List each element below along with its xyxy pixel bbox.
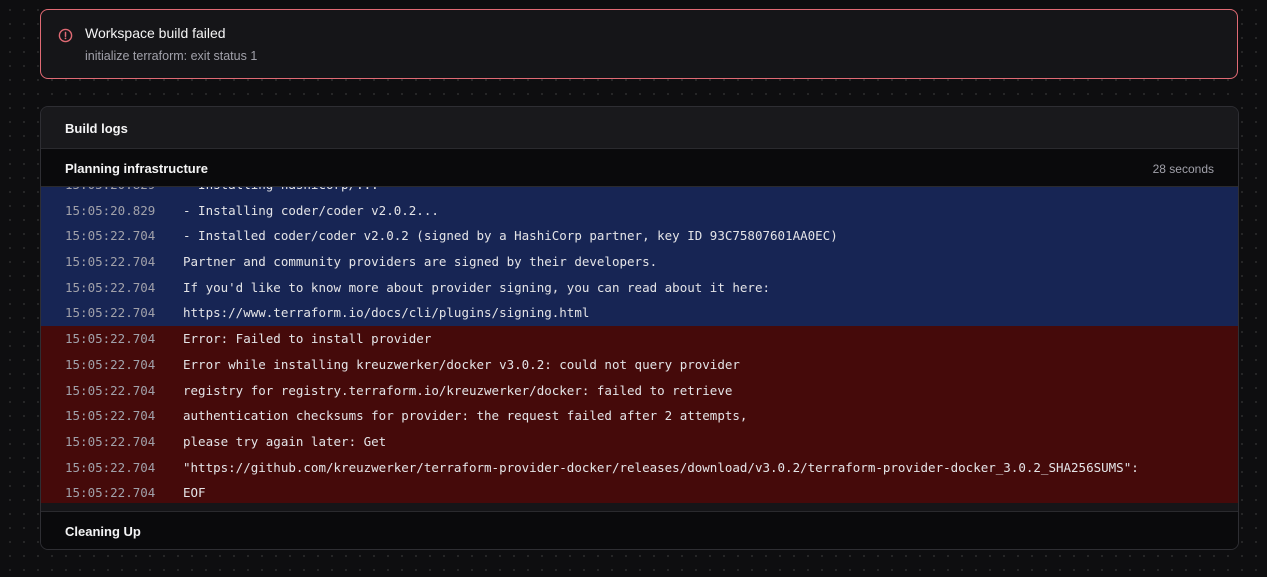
log-timestamp: 15:05:22.704 — [65, 228, 156, 244]
log-message: EOF — [183, 485, 206, 501]
log-message: please try again later: Get — [183, 433, 387, 449]
log-line: 15:05:22.704 https://www.terraform.io/doc… — [41, 300, 1238, 327]
log-message: If you'd like to know more about provide… — [183, 279, 770, 295]
log-viewport[interactable]: 15:05:20.829- Installing hashicorp/...15… — [41, 187, 1238, 503]
log-timestamp: 15:05:20.829 — [65, 187, 155, 198]
log-timestamp: 15:05:22.704 — [65, 433, 156, 449]
stage-duration: 28 seconds — [1152, 162, 1214, 176]
log-message: - Installing hashicorp/... — [183, 187, 379, 198]
log-message: Error while installing kreuzwerker/docke… — [183, 356, 740, 372]
log-timestamp: 15:05:22.704 — [65, 382, 156, 398]
log-message: registry for registry.terraform.io/kreuz… — [183, 382, 733, 398]
log-timestamp: 15:05:22.704 — [65, 408, 156, 424]
log-message: "https://github.com/kreuzwerker/terrafor… — [183, 459, 1139, 475]
stage-planning-infrastructure[interactable]: Planning infrastructure 28 seconds — [41, 149, 1238, 187]
log-timestamp: 15:05:22.704 — [65, 485, 156, 501]
log-line: 15:05:22.704 authentication checksums for… — [41, 403, 1238, 429]
alert-detail: initialize terraform: exit status 1 — [85, 49, 258, 63]
log-line: 15:05:22.704 If you'd like to know more a… — [41, 274, 1238, 301]
log-line: 15:05:22.704 Partner and community provid… — [41, 249, 1238, 275]
log-message: Partner and community providers are sign… — [183, 254, 658, 270]
build-failed-alert: Workspace build failed initialize terraf… — [40, 9, 1238, 79]
build-logs-panel: Build logs Planning infrastructure 28 se… — [40, 106, 1239, 550]
build-logs-title: Build logs — [65, 121, 128, 136]
log-timestamp: 15:05:20.829 — [65, 202, 156, 218]
log-line: 15:05:22.704 EOF — [41, 480, 1238, 503]
log-line: 15:05:20.829 - Installing hashicorp/... — [41, 187, 1238, 198]
log-line: 15:05:20.829 - Installing coder/coder v2.… — [41, 197, 1238, 224]
log-timestamp: 15:05:22.704 — [65, 279, 156, 295]
build-logs-header: Build logs — [41, 107, 1238, 149]
alert-title: Workspace build failed — [85, 25, 226, 41]
log-message: authentication checksums for provider: t… — [183, 408, 748, 424]
log-line: 15:05:22.704 "https://github.com/kreuzwer… — [41, 454, 1238, 481]
log-timestamp: 15:05:22.704 — [65, 331, 156, 347]
log-message: - Installed coder/coder v2.0.2 (signed b… — [183, 228, 838, 244]
log-line: 15:05:22.704 - Installed coder/coder v2.0… — [41, 223, 1238, 250]
log-line: 15:05:22.704 registry for registry.terraf… — [41, 377, 1238, 404]
log-line: 15:05:22.704 please try again later: Get — [41, 428, 1238, 455]
log-timestamp: 15:05:22.704 — [65, 459, 156, 475]
log-message: Error: Failed to install provider — [183, 331, 432, 347]
log-message: - Installing coder/coder v2.0.2... — [183, 202, 439, 218]
stage-cleaning-up[interactable]: Cleaning Up — [41, 511, 1238, 549]
log-line: 15:05:22.704 Error while installing kreuz… — [41, 351, 1238, 378]
log-line: 15:05:22.704 Error: Failed to install pro… — [41, 326, 1238, 352]
stage-name: Cleaning Up — [65, 524, 141, 539]
log-message: https://www.terraform.io/docs/cli/plugin… — [183, 305, 590, 321]
stage-name: Planning infrastructure — [65, 161, 209, 176]
alert-circle-icon — [58, 28, 73, 43]
log-timestamp: 15:05:22.704 — [65, 356, 156, 372]
log-timestamp: 15:05:22.704 — [65, 305, 156, 321]
log-timestamp: 15:05:22.704 — [65, 254, 156, 270]
log-list: 15:05:20.829- Installing hashicorp/...15… — [41, 187, 1238, 503]
